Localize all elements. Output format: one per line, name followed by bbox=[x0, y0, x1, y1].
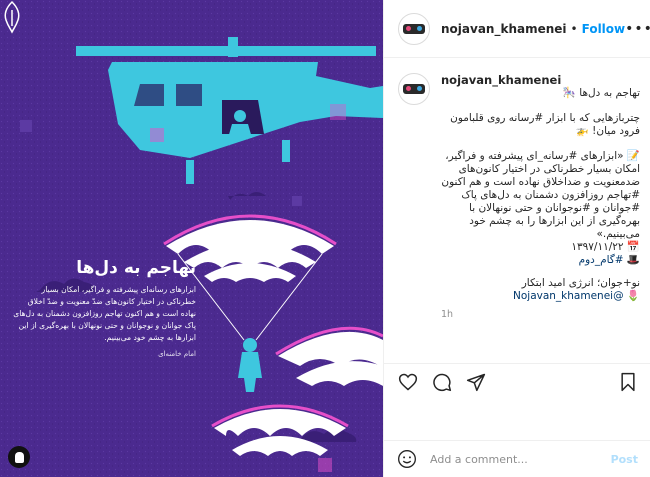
caption-text: تهاجم به دل‌ها 🎠 چترباز‌هایی که با ابزار… bbox=[441, 87, 640, 303]
caption-handle-mention[interactable]: 🌷 @Nojavan_khamenei bbox=[441, 290, 640, 303]
user-silhouette-icon bbox=[14, 451, 24, 463]
save-button[interactable] bbox=[616, 370, 640, 394]
caption-hashtag-line[interactable]: 🎩 #گام_دوم bbox=[441, 254, 640, 267]
caption-paragraph-intro: چترباز‌هایی که با ابزار #رسانه روی قلبام… bbox=[450, 112, 640, 137]
post-image[interactable]: تهاجم به دل‌ها ابزارهای رسانه‌ای پیشرفته… bbox=[0, 0, 383, 477]
caption-avatar[interactable] bbox=[398, 73, 430, 105]
caption-username[interactable]: nojavan_khamenei bbox=[441, 73, 640, 87]
poster-signature: امام خامنه‌ای bbox=[158, 350, 196, 358]
heart-icon bbox=[398, 373, 418, 390]
post-header: nojavan_khamenei • Follow ••• bbox=[384, 0, 650, 58]
caption-date: 📅 ۱۳۹۷/۱۱/۲۲ bbox=[571, 241, 640, 253]
caption-area[interactable]: nojavan_khamenei تهاجم به دل‌ها 🎠 چترباز… bbox=[384, 59, 650, 363]
profile-logo-icon bbox=[403, 23, 425, 34]
caption-credit: نو+جوان؛ انرژی امید ابتکار bbox=[521, 277, 640, 289]
comment-input[interactable] bbox=[430, 452, 611, 466]
caption-row: nojavan_khamenei تهاجم به دل‌ها 🎠 چترباز… bbox=[398, 73, 640, 320]
comment-icon bbox=[433, 373, 452, 391]
header-username[interactable]: nojavan_khamenei bbox=[441, 22, 567, 36]
caption-paragraph-quote: 📝 «ابزارهای #رسانه_ای پیشرفته و فراگیر، … bbox=[441, 150, 640, 240]
follow-button[interactable]: Follow bbox=[582, 22, 626, 36]
tagged-user-icon[interactable] bbox=[8, 446, 30, 468]
bookmark-icon bbox=[621, 372, 635, 391]
more-options-button[interactable]: ••• bbox=[625, 21, 650, 37]
share-button[interactable] bbox=[464, 370, 488, 394]
post-comment-button[interactable]: Post bbox=[611, 453, 638, 466]
poster-text-block: تهاجم به دل‌ها ابزارهای رسانه‌ای پیشرفته… bbox=[12, 258, 196, 358]
poster-title: تهاجم به دل‌ها bbox=[76, 258, 196, 278]
caption-line-title: تهاجم به دل‌ها 🎠 bbox=[562, 87, 640, 99]
profile-logo-icon bbox=[403, 84, 425, 94]
add-comment-bar: Post bbox=[384, 440, 650, 477]
brand-logo-icon bbox=[4, 0, 20, 34]
post-side-panel: nojavan_khamenei • Follow ••• nojavan_kh… bbox=[383, 0, 650, 477]
action-bar bbox=[384, 363, 650, 399]
share-icon bbox=[466, 373, 486, 391]
like-button[interactable] bbox=[396, 370, 420, 394]
poster-artwork bbox=[0, 0, 383, 477]
emoji-icon bbox=[398, 450, 416, 468]
caption-content: nojavan_khamenei تهاجم به دل‌ها 🎠 چترباز… bbox=[441, 73, 640, 320]
comment-button[interactable] bbox=[430, 370, 454, 394]
post-timestamp[interactable]: 1h bbox=[441, 309, 640, 320]
header-separator: • bbox=[570, 21, 578, 36]
emoji-button[interactable] bbox=[396, 448, 418, 470]
poster-body: ابزارهای رسانه‌ای پیشرفته و فراگیر، امکا… bbox=[13, 285, 196, 342]
avatar[interactable] bbox=[398, 12, 430, 45]
